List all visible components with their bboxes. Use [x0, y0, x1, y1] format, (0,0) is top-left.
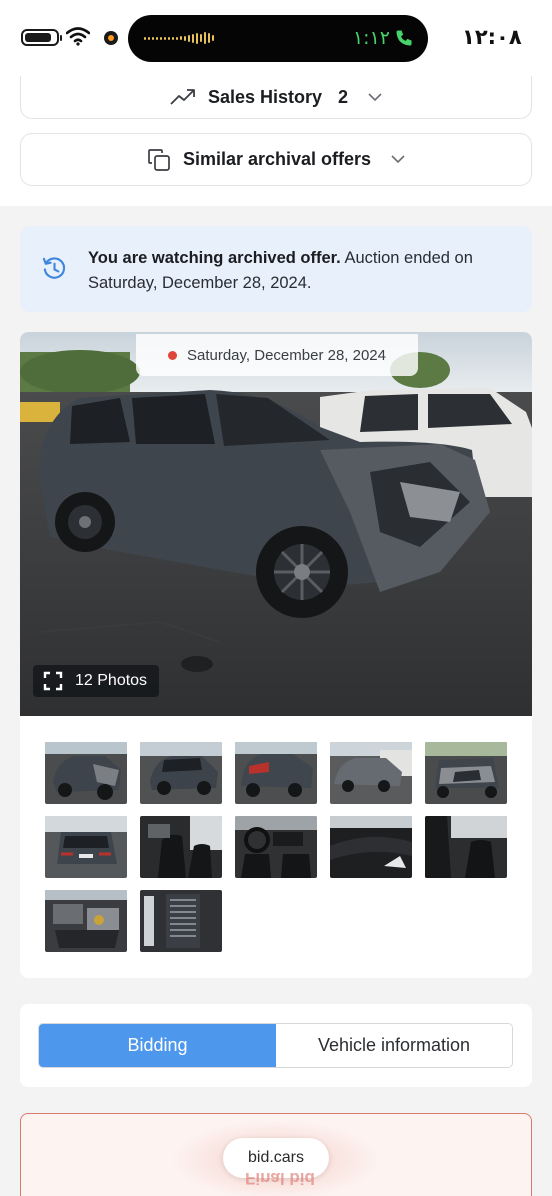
photo-thumbnail[interactable]	[45, 890, 127, 952]
trending-up-icon	[170, 89, 195, 105]
audio-waveform-icon	[144, 32, 214, 44]
call-duration: ١:١٢	[352, 27, 390, 49]
similar-offers-toggle[interactable]: Similar archival offers	[20, 133, 532, 186]
archived-offer-notice: You are watching archived offer. Auction…	[20, 226, 532, 312]
thumbnail-grid	[45, 742, 509, 952]
wifi-icon	[66, 27, 90, 46]
similar-offers-label: Similar archival offers	[182, 149, 372, 169]
photo-thumbnail[interactable]	[140, 816, 222, 878]
photos-count-button[interactable]: 12 Photos	[33, 665, 160, 697]
chevron-down-icon	[391, 155, 405, 164]
status-clock: ١٢:٠٨	[462, 25, 522, 49]
photo-thumbnail[interactable]	[330, 816, 412, 878]
dynamic-island[interactable]: ١:١٢	[128, 15, 428, 62]
status-dot-icon	[167, 350, 177, 360]
status-bar: ١:١٢ ١٢:٠٨	[0, 0, 552, 76]
photo-thumbnail[interactable]	[140, 890, 222, 952]
recording-indicator-icon	[104, 31, 118, 45]
final-bid-label: Final bid	[245, 1169, 315, 1188]
photo-thumbnail[interactable]	[235, 816, 317, 878]
offer-tabs: Bidding Vehicle information	[38, 1023, 513, 1068]
photo-thumbnail[interactable]	[235, 742, 317, 804]
photo-thumbnail[interactable]	[45, 816, 127, 878]
photo-thumbnail[interactable]	[425, 816, 507, 878]
battery-icon	[21, 29, 62, 46]
tab-bidding[interactable]: Bidding	[39, 1024, 276, 1067]
offer-tabs-card: Bidding Vehicle information	[20, 1004, 532, 1087]
offer-sections: Sales History 2 Similar archival offers	[0, 76, 552, 206]
tab-vehicle-information[interactable]: Vehicle information	[276, 1024, 512, 1067]
phone-icon	[396, 30, 412, 46]
photo-thumbnail[interactable]	[140, 742, 222, 804]
photo-thumbnail[interactable]	[330, 742, 412, 804]
auction-date: Saturday, December 28, 2024	[186, 346, 386, 364]
fullscreen-icon	[43, 671, 63, 691]
sales-history-count: 2	[338, 86, 349, 107]
photo-gallery: Saturday, December 28, 2024 12 Photos	[20, 332, 532, 978]
main-vehicle-photo[interactable]: Saturday, December 28, 2024 12 Photos	[20, 332, 532, 716]
sales-history-label: Sales History	[207, 86, 323, 107]
photo-thumbnail[interactable]	[45, 742, 127, 804]
archived-notice-text: You are watching archived offer. Auction…	[88, 246, 508, 296]
copy-icon	[148, 148, 170, 171]
archived-notice-bold: You are watching archived offer.	[88, 249, 341, 267]
chevron-down-icon	[368, 92, 382, 101]
photo-thumbnail[interactable]	[425, 742, 507, 804]
final-bid-card: bid.cars Final bid	[20, 1113, 532, 1196]
auction-date-badge: Saturday, December 28, 2024	[136, 334, 418, 376]
photos-count-label: 12 Photos	[75, 672, 148, 689]
history-icon	[42, 257, 66, 279]
sales-history-toggle[interactable]: Sales History 2	[20, 76, 532, 119]
